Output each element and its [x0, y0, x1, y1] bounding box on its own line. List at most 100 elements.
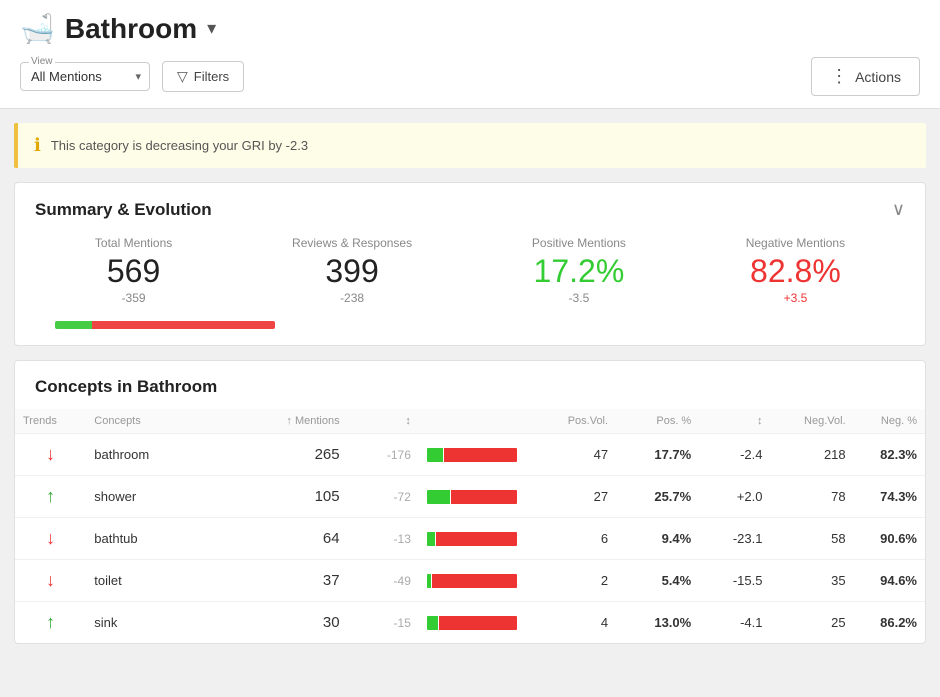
cell-concept-name: sink	[86, 602, 252, 644]
cell-delta2: -15.5	[699, 560, 770, 602]
stat-delta-total: -359	[122, 291, 146, 305]
controls-left: View All Mentions ▾ ▽ Filters	[20, 61, 244, 92]
col-header-trends: Trends	[15, 409, 86, 434]
cell-concept-name: bathtub	[86, 518, 252, 560]
table-row: ↓ bathroom 265 -176 47 17.7% -2.4 218 82…	[15, 434, 925, 476]
cell-pos-vol: 47	[545, 434, 616, 476]
cell-trend: ↓	[15, 560, 86, 602]
mini-bar-green	[427, 532, 435, 546]
cell-trend: ↓	[15, 518, 86, 560]
cell-neg-pct: 94.6%	[854, 560, 925, 602]
alert-banner: ℹ This category is decreasing your GRI b…	[14, 123, 926, 168]
cell-mentions: 105	[253, 476, 348, 518]
stat-reviews: Reviews & Responses 399 -238	[292, 236, 412, 305]
concepts-tbody: ↓ bathroom 265 -176 47 17.7% -2.4 218 82…	[15, 434, 925, 644]
actions-dots-icon: ⋮	[830, 66, 849, 87]
cell-delta2: +2.0	[699, 476, 770, 518]
cell-bar	[419, 602, 545, 644]
mini-bar-red	[436, 532, 517, 546]
cell-delta2: -23.1	[699, 518, 770, 560]
cell-trend: ↑	[15, 476, 86, 518]
summary-card: Summary & Evolution ∨ Total Mentions 569…	[14, 182, 926, 346]
mini-bar-red	[444, 448, 517, 462]
cell-mentions: 30	[253, 602, 348, 644]
mini-bar-green	[427, 574, 431, 588]
view-select[interactable]: View All Mentions ▾	[20, 62, 150, 91]
col-header-concepts: Concepts	[86, 409, 252, 434]
stat-label-positive: Positive Mentions	[532, 236, 626, 250]
title-dropdown-arrow[interactable]: ▾	[207, 18, 216, 39]
section-header: Summary & Evolution ∨	[35, 199, 905, 220]
filter-button[interactable]: ▽ Filters	[162, 61, 244, 92]
mini-bar	[427, 448, 517, 462]
col-header-sort2[interactable]: ↕	[699, 409, 770, 434]
trend-down-icon: ↓	[46, 570, 55, 590]
alert-text: This category is decreasing your GRI by …	[51, 138, 308, 153]
cell-bar	[419, 434, 545, 476]
progress-green-segment	[55, 321, 92, 329]
col-header-sort1[interactable]: ↕	[348, 409, 419, 434]
table-row: ↑ shower 105 -72 27 25.7% +2.0 78 74.3%	[15, 476, 925, 518]
cell-neg-pct: 86.2%	[854, 602, 925, 644]
stat-delta-reviews: -238	[340, 291, 364, 305]
stats-row: Total Mentions 569 -359 Reviews & Respon…	[35, 236, 905, 305]
stat-value-negative: 82.8%	[750, 254, 841, 289]
cell-neg-pct: 90.6%	[854, 518, 925, 560]
cell-pos-vol: 27	[545, 476, 616, 518]
mini-bar	[427, 532, 517, 546]
cell-bar	[419, 560, 545, 602]
cell-neg-pct: 74.3%	[854, 476, 925, 518]
table-row: ↓ toilet 37 -49 2 5.4% -15.5 35 94.6%	[15, 560, 925, 602]
concepts-table: Trends Concepts ↑ Mentions ↕ Pos.Vol. Po…	[15, 409, 925, 643]
col-header-mentions[interactable]: ↑ Mentions	[253, 409, 348, 434]
summary-progress-bar	[55, 321, 275, 329]
cell-pos-pct: 9.4%	[616, 518, 699, 560]
col-header-pos-vol: Pos.Vol.	[545, 409, 616, 434]
cell-bar	[419, 476, 545, 518]
page-title: Bathroom	[65, 13, 197, 45]
mini-bar-red	[439, 616, 516, 630]
cell-pos-pct: 13.0%	[616, 602, 699, 644]
mini-bar-red	[451, 490, 517, 504]
cell-delta1: -49	[348, 560, 419, 602]
cell-delta2: -2.4	[699, 434, 770, 476]
cell-concept-name: shower	[86, 476, 252, 518]
cell-trend: ↓	[15, 434, 86, 476]
mini-bar	[427, 616, 517, 630]
controls-row: View All Mentions ▾ ▽ Filters ⋮ Actions	[20, 57, 920, 108]
stat-value-total: 569	[107, 254, 160, 289]
cell-neg-vol: 78	[770, 476, 853, 518]
actions-button[interactable]: ⋮ Actions	[811, 57, 920, 96]
table-header-row: Trends Concepts ↑ Mentions ↕ Pos.Vol. Po…	[15, 409, 925, 434]
header: 🛁 Bathroom ▾ View All Mentions ▾ ▽ Filte…	[0, 0, 940, 109]
mini-bar	[427, 574, 517, 588]
summary-collapse-icon[interactable]: ∨	[892, 199, 905, 220]
cell-delta1: -176	[348, 434, 419, 476]
actions-label: Actions	[855, 69, 901, 85]
stat-label-negative: Negative Mentions	[746, 236, 845, 250]
cell-pos-vol: 6	[545, 518, 616, 560]
mini-bar	[427, 490, 517, 504]
cell-neg-vol: 218	[770, 434, 853, 476]
col-header-neg-pct: Neg. %	[854, 409, 925, 434]
stat-positive: Positive Mentions 17.2% -3.5	[532, 236, 626, 305]
cell-mentions: 265	[253, 434, 348, 476]
cell-delta1: -13	[348, 518, 419, 560]
cell-pos-pct: 17.7%	[616, 434, 699, 476]
bathroom-icon: 🛁	[20, 12, 55, 45]
trend-up-icon: ↑	[46, 486, 55, 506]
cell-neg-vol: 35	[770, 560, 853, 602]
stat-negative: Negative Mentions 82.8% +3.5	[746, 236, 845, 305]
cell-concept-name: bathroom	[86, 434, 252, 476]
summary-title: Summary & Evolution	[35, 200, 212, 220]
concepts-card: Concepts in Bathroom Trends Concepts ↑ M…	[14, 360, 926, 644]
col-header-neg-vol: Neg.Vol.	[770, 409, 853, 434]
concepts-title: Concepts in Bathroom	[15, 377, 925, 409]
stat-delta-negative: +3.5	[784, 291, 808, 305]
cell-trend: ↑	[15, 602, 86, 644]
cell-pos-pct: 5.4%	[616, 560, 699, 602]
cell-mentions: 64	[253, 518, 348, 560]
cell-concept-name: toilet	[86, 560, 252, 602]
stat-value-positive: 17.2%	[534, 254, 625, 289]
stat-total-mentions: Total Mentions 569 -359	[95, 236, 172, 305]
